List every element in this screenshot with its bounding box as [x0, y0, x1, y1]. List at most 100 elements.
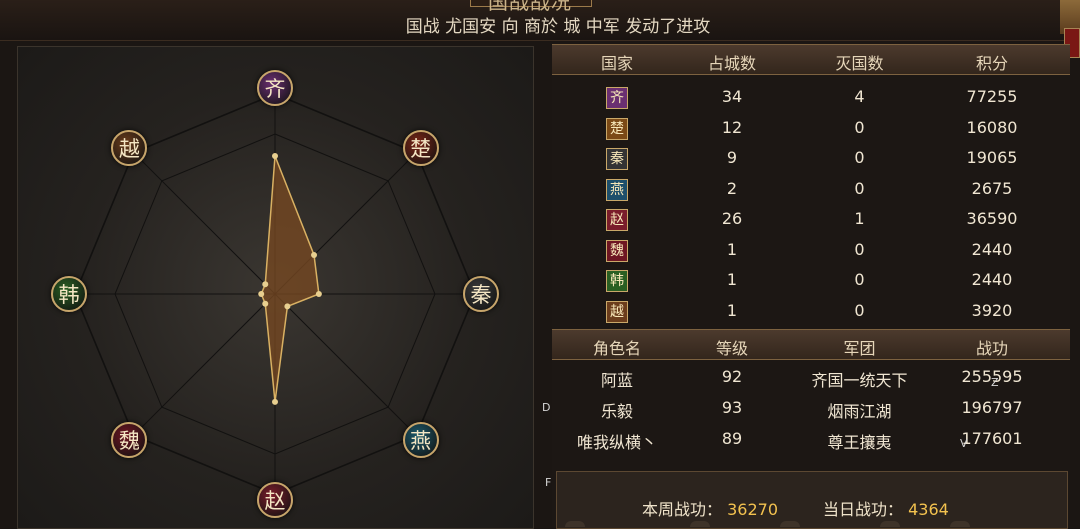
nation-flag: 魏 — [606, 239, 628, 262]
nation-cell: 赵 — [552, 209, 682, 231]
destroyed-cell: 0 — [854, 270, 865, 289]
radar-point — [284, 303, 291, 310]
nation-row: 越 1 0 3920 — [552, 296, 1070, 326]
destroyed-cell: 1 — [854, 209, 865, 228]
week-merit: 本周战功： 36270 — [642, 496, 778, 520]
radar-point — [272, 398, 278, 405]
nation-badge[interactable]: 楚 — [402, 130, 439, 167]
radar-point — [262, 281, 269, 288]
bottom-tab[interactable] — [950, 521, 970, 527]
nation-row: 魏 1 0 2440 — [552, 235, 1070, 265]
week-merit-label: 本周战功： — [642, 500, 723, 519]
day-merit: 当日战功： 4364 — [823, 496, 949, 520]
bottom-tab[interactable] — [780, 521, 800, 527]
destroyed-cell: 0 — [854, 117, 865, 137]
cities-cell: 34 — [721, 87, 743, 106]
nation-badge[interactable]: 魏 — [111, 421, 148, 458]
radar-area — [260, 155, 320, 402]
day-merit-label: 当日战功： — [823, 500, 904, 519]
nation-flag: 秦 — [606, 148, 628, 170]
nation-flag: 燕 — [606, 178, 628, 201]
header-nation: 国家 — [600, 54, 633, 73]
header-merit: 战功 — [975, 339, 1008, 358]
player-level: 93 — [721, 398, 743, 417]
day-merit-value: 4364 — [908, 500, 949, 519]
player-level: 89 — [721, 429, 743, 448]
player-merit: 196797 — [961, 398, 1023, 417]
nation-flag: 越 — [606, 300, 628, 323]
player-level: 92 — [721, 367, 743, 386]
header-level: 等级 — [715, 339, 748, 358]
overlay-letter-f: F — [545, 476, 552, 489]
nation-row: 韩 1 0 2440 — [552, 265, 1070, 295]
destroyed-cell: 0 — [854, 178, 865, 198]
cities-cell: 2 — [726, 178, 738, 198]
player-legion: 齐国一统天下 — [811, 371, 908, 390]
player-row[interactable]: 唯我纵横丶 89 尊王攘夷 177601 — [552, 424, 1070, 454]
stats-panel: 国家 占城数 灭国数 积分 齐 34 4 77255 楚 1 2 0 16080 秦 9 0 19065… — [552, 44, 1070, 529]
score-cell: 19065 — [966, 148, 1018, 167]
radar-axis — [274, 293, 417, 436]
nation-row: 燕 2 0 2675 — [552, 174, 1070, 204]
player-table-header: 角色名 等级 军团 战功 — [552, 329, 1070, 360]
score-cell: 2440 — [971, 270, 1013, 289]
header-score: 积分 — [975, 54, 1008, 73]
radar-axis — [133, 152, 276, 295]
radar-point — [258, 291, 265, 297]
radar-point — [315, 291, 322, 297]
player-name: 乐毅 — [600, 402, 633, 421]
bottom-tab[interactable] — [880, 521, 900, 527]
bottom-tab[interactable] — [565, 521, 585, 527]
header-destroyed: 灭国数 — [835, 54, 884, 73]
nation-row: 楚 12 0 16080 — [552, 113, 1070, 143]
nation-badge[interactable]: 韩 — [51, 276, 87, 312]
nation-row: 齐 34 4 77255 — [552, 82, 1070, 112]
nation-badge[interactable]: 燕 — [402, 421, 439, 458]
nation-cell: 韩 — [552, 270, 682, 292]
nation-flag: 赵 — [606, 209, 628, 231]
header-cities: 占城数 — [707, 54, 756, 73]
nation-table-header: 国家 占城数 灭国数 积分 — [552, 44, 1070, 75]
nation-badge[interactable]: 秦 — [463, 276, 499, 312]
player-name: 阿蓝 — [600, 371, 633, 390]
nation-cell: 齐 — [552, 87, 682, 109]
battle-news: 国战 尤国安 向 商於 城 中军 发动了进攻 — [405, 17, 711, 37]
nation-badge[interactable]: 赵 — [257, 482, 293, 518]
score-cell: 2675 — [971, 178, 1013, 198]
nation-flag: 韩 — [606, 270, 628, 292]
bottom-tab[interactable] — [690, 521, 710, 527]
nation-row: 赵 26 1 36590 — [552, 204, 1070, 234]
score-cell: 2440 — [971, 239, 1013, 259]
radar-point — [311, 251, 318, 258]
radar-chart — [74, 93, 476, 495]
nation-cell: 楚 — [552, 117, 682, 140]
radar-panel: 齐楚秦燕赵魏韩越 — [17, 46, 534, 529]
radar-point — [272, 153, 278, 159]
overlay-letter-v: V — [960, 437, 968, 450]
cities-cell: 1 — [726, 300, 738, 320]
overlay-letter-d: D — [542, 401, 551, 414]
header-role-name: 角色名 — [592, 339, 641, 358]
score-cell: 36590 — [966, 209, 1018, 228]
nation-badge[interactable]: 齐 — [257, 70, 293, 106]
player-row[interactable]: 乐毅 93 烟雨江湖 196797 — [552, 393, 1070, 423]
destroyed-cell: 4 — [854, 87, 865, 106]
score-cell: 16080 — [966, 117, 1018, 137]
nation-flag: 齐 — [606, 87, 628, 109]
merit-summary: 本周战功： 36270 当日战功： 4364 — [556, 471, 1068, 529]
radar-axis — [133, 293, 276, 436]
player-name: 唯我纵横丶 — [576, 433, 657, 452]
nation-cell: 秦 — [552, 148, 682, 170]
cities-cell: 9 — [726, 148, 738, 167]
score-cell: 3920 — [971, 300, 1013, 320]
header-legion: 军团 — [843, 339, 876, 358]
player-legion: 尊王攘夷 — [827, 433, 892, 452]
week-merit-value: 36270 — [727, 500, 779, 519]
cities-cell: 1 — [726, 270, 738, 289]
destroyed-cell: 0 — [854, 239, 865, 259]
player-legion: 烟雨江湖 — [827, 402, 892, 421]
score-cell: 77255 — [966, 87, 1018, 106]
cities-cell: 1 — [726, 239, 738, 259]
overlay-letter-z: Z — [991, 376, 999, 389]
cities-cell: 26 — [721, 209, 743, 228]
